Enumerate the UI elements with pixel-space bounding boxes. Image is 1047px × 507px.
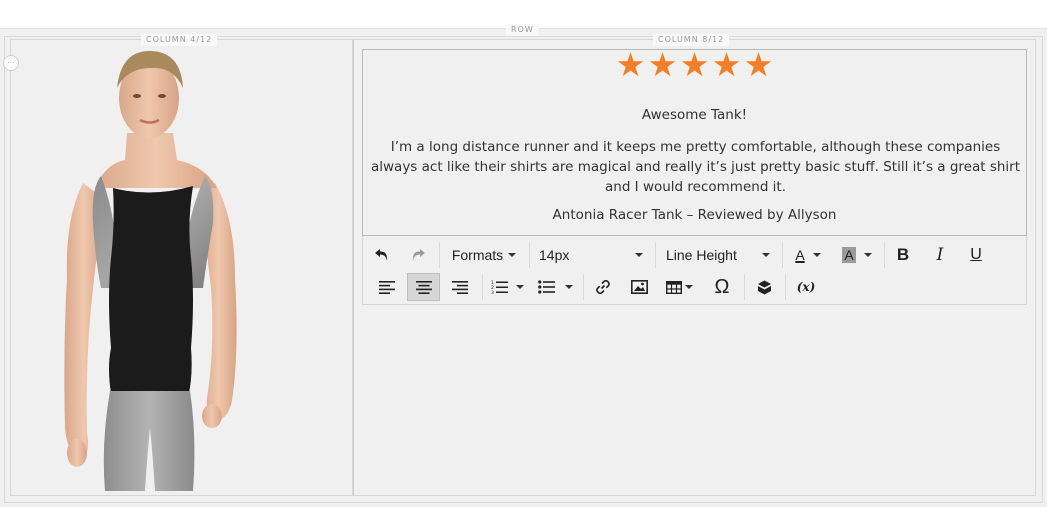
table-icon	[665, 280, 682, 294]
formats-dropdown[interactable]: Formats	[447, 242, 521, 268]
editor-toolbar: Formats 14px Line Height A A B I U 123 Ω…	[362, 236, 1027, 305]
font-size-select[interactable]: 14px	[535, 242, 647, 268]
widget-icon	[757, 280, 771, 294]
star-icon: ★	[615, 46, 646, 83]
rating-stars: ★★★★★	[363, 46, 1026, 83]
star-icon: ★	[743, 46, 774, 83]
star-icon: ★	[647, 46, 678, 83]
insert-table-button[interactable]	[661, 273, 697, 301]
chevron-down-icon	[635, 253, 643, 257]
chevron-down-icon	[508, 253, 517, 257]
star-icon: ★	[679, 46, 710, 83]
chevron-down-icon	[863, 253, 872, 257]
line-height-label: Line Height	[666, 247, 737, 263]
chevron-down-icon	[564, 285, 573, 289]
star-icon: ★	[711, 46, 742, 83]
review-editor-area[interactable]: ★★★★★ Awesome Tank! I’m a long distance …	[362, 46, 1027, 236]
formats-label: Formats	[451, 247, 504, 263]
link-icon	[596, 279, 610, 295]
bullet-list-icon	[537, 280, 555, 294]
align-center-icon	[415, 280, 432, 294]
align-left-button[interactable]	[371, 273, 403, 301]
chevron-down-icon	[515, 285, 524, 289]
review-body: I’m a long distance runner and it keeps …	[370, 139, 1020, 195]
drag-handle-icon[interactable]: ⋯	[3, 55, 19, 71]
insert-widget-button[interactable]	[750, 273, 778, 301]
numbered-list-button[interactable]: 123	[487, 273, 527, 301]
chevron-down-icon	[762, 253, 770, 257]
chevron-down-icon	[684, 285, 693, 289]
undo-button[interactable]	[369, 242, 395, 268]
review-title: Awesome Tank!	[641, 107, 748, 123]
align-right-button[interactable]	[444, 273, 476, 301]
insert-variable-button[interactable]: (x)	[791, 273, 821, 301]
background-color-button[interactable]: A	[837, 242, 877, 268]
text-color-button[interactable]: A	[788, 242, 828, 268]
redo-icon	[412, 249, 425, 261]
background-color-icon: A	[842, 247, 856, 263]
text-color-icon: A	[795, 247, 805, 263]
bold-button[interactable]: B	[890, 242, 916, 268]
line-height-select[interactable]: Line Height	[662, 242, 774, 268]
special-character-button[interactable]: Ω	[707, 273, 737, 301]
image-icon	[630, 280, 648, 294]
underline-button[interactable]: U	[963, 242, 989, 268]
numbered-list-icon: 123	[491, 280, 508, 294]
column-4-tag: COLUMN 4/12	[141, 34, 218, 46]
align-center-button[interactable]	[407, 273, 440, 301]
align-right-icon	[452, 280, 468, 294]
redo-button[interactable]	[405, 242, 431, 268]
undo-icon	[375, 249, 388, 261]
insert-image-button[interactable]	[625, 273, 653, 301]
bullet-list-button[interactable]	[533, 273, 577, 301]
product-photo	[64, 50, 237, 491]
review-attribution: Antonia Racer Tank – Reviewed by Allyson	[552, 207, 837, 223]
italic-button[interactable]: I	[927, 242, 953, 268]
chevron-down-icon	[812, 253, 821, 257]
svg-text:3: 3	[491, 290, 494, 294]
column-8-tag: COLUMN 8/12	[653, 34, 730, 46]
font-size-value: 14px	[539, 247, 570, 263]
row-tag: ROW	[506, 24, 539, 36]
align-left-icon	[379, 280, 395, 294]
link-button[interactable]	[589, 273, 617, 301]
